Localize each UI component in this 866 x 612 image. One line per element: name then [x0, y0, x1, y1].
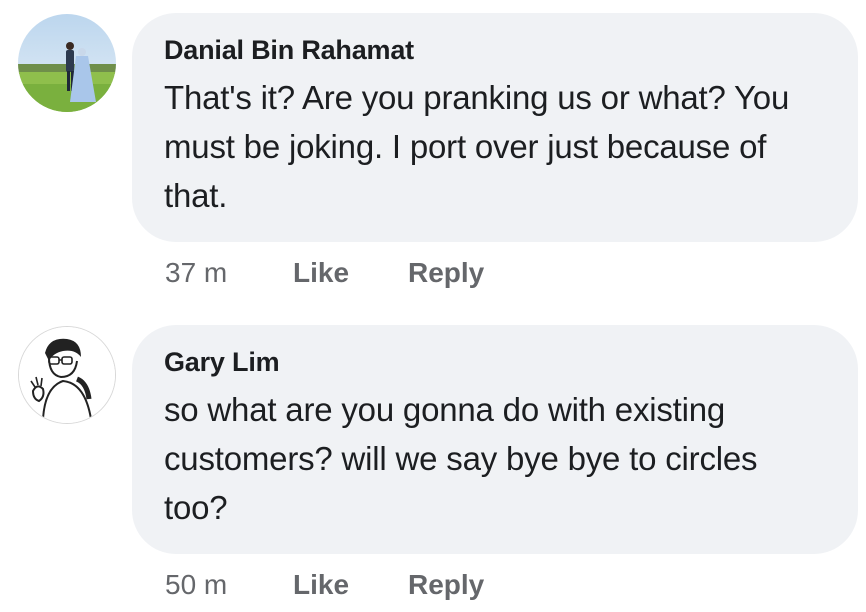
sketch-person-avatar-icon [19, 327, 115, 423]
comment-text: so what are you gonna do with existing c… [164, 391, 758, 526]
comment-text: That's it? Are you pranking us or what? … [164, 79, 790, 214]
reply-button[interactable]: Reply [408, 568, 484, 602]
comment-bubble: Danial Bin Rahamat That's it? Are you pr… [132, 13, 858, 242]
comment-actions: 37 m Like Reply [165, 256, 484, 290]
comment-author[interactable]: Danial Bin Rahamat [164, 33, 828, 67]
wedding-couple-photo-avatar-icon [18, 14, 116, 112]
reply-button[interactable]: Reply [408, 256, 484, 290]
comment-actions: 50 m Like Reply [165, 568, 484, 602]
comment-timestamp[interactable]: 50 m [165, 568, 293, 602]
like-button[interactable]: Like [293, 256, 408, 290]
avatar[interactable] [18, 326, 116, 424]
comment-author[interactable]: Gary Lim [164, 345, 828, 379]
like-button[interactable]: Like [293, 568, 408, 602]
comment-bubble: Gary Lim so what are you gonna do with e… [132, 325, 858, 554]
comment-timestamp[interactable]: 37 m [165, 256, 293, 290]
avatar[interactable] [18, 14, 116, 112]
